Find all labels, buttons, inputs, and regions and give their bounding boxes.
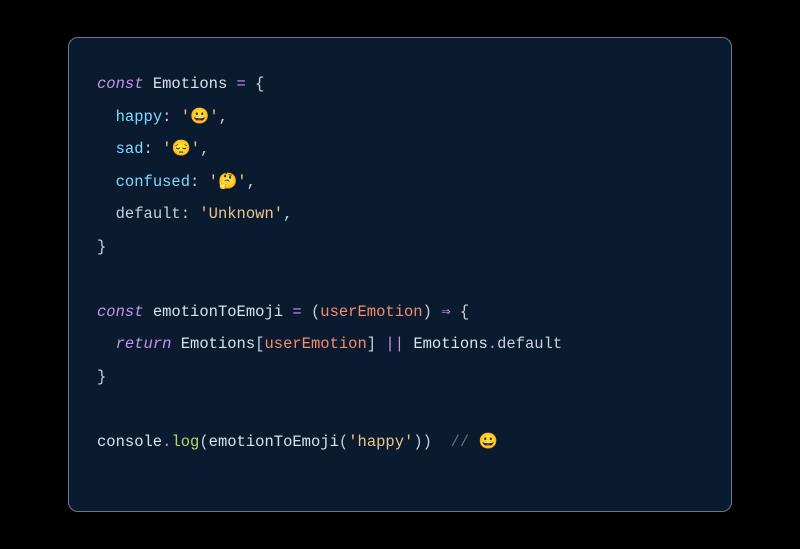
paren-close: )	[413, 433, 422, 451]
brace-close: }	[97, 368, 106, 386]
colon: :	[162, 108, 181, 126]
quote: '	[181, 108, 190, 126]
punct-eq: =	[283, 303, 311, 321]
paren-open: (	[199, 433, 208, 451]
comma: ,	[283, 205, 292, 223]
method-log: log	[171, 433, 199, 451]
dot: .	[488, 335, 497, 353]
brace-close: }	[97, 238, 106, 256]
paren-open: (	[311, 303, 320, 321]
comma: ,	[247, 173, 256, 191]
indent	[97, 108, 116, 126]
colon: :	[181, 205, 200, 223]
identifier-emotions: Emotions	[181, 335, 255, 353]
comma: ,	[219, 108, 228, 126]
quote: '	[199, 205, 208, 223]
paren-close: )	[423, 303, 432, 321]
indent	[97, 140, 116, 158]
emoji-confused: 🤔	[218, 173, 237, 191]
indent	[97, 205, 116, 223]
colon: :	[144, 140, 163, 158]
space	[171, 335, 180, 353]
quote: '	[237, 173, 246, 191]
string-unknown: Unknown	[209, 205, 274, 223]
brace-open: {	[460, 303, 469, 321]
prop-default: default	[116, 205, 181, 223]
paren-open: (	[339, 433, 348, 451]
string-happy: happy	[358, 433, 405, 451]
indent	[97, 173, 116, 191]
identifier-fn: emotionToEmoji	[153, 303, 283, 321]
identifier-fn: emotionToEmoji	[209, 433, 339, 451]
keyword-return: return	[116, 335, 172, 353]
code-block: const Emotions = { happy: '😀', sad: '😔',…	[97, 68, 703, 459]
prop-happy: happy	[116, 108, 163, 126]
quote: '	[209, 173, 218, 191]
brace-open: {	[255, 75, 264, 93]
quote: '	[191, 140, 200, 158]
arrow: ⇒	[432, 303, 460, 321]
indent	[97, 335, 116, 353]
space	[432, 433, 451, 451]
operator-or: ||	[376, 335, 413, 353]
paren-close: )	[423, 433, 432, 451]
identifier-emotions: Emotions	[153, 75, 227, 93]
quote: '	[404, 433, 413, 451]
identifier-emotions: Emotions	[413, 335, 487, 353]
quote: '	[274, 205, 283, 223]
bracket-close: ]	[367, 335, 376, 353]
prop-confused: confused	[116, 173, 190, 191]
colon: :	[190, 173, 209, 191]
quote: '	[348, 433, 357, 451]
prop-sad: sad	[116, 140, 144, 158]
param-useremotion: userEmotion	[264, 335, 366, 353]
prop-default: default	[497, 335, 562, 353]
keyword-const: const	[97, 75, 144, 93]
param-useremotion: userEmotion	[320, 303, 422, 321]
identifier-console: console	[97, 433, 162, 451]
emoji-happy: 😀	[190, 108, 209, 126]
quote: '	[209, 108, 218, 126]
comment-result: // 😀	[451, 433, 498, 451]
punct-eq: =	[227, 75, 255, 93]
code-panel: const Emotions = { happy: '😀', sad: '😔',…	[68, 37, 732, 512]
emoji-sad: 😔	[171, 140, 190, 158]
comma: ,	[200, 140, 209, 158]
keyword-const: const	[97, 303, 144, 321]
